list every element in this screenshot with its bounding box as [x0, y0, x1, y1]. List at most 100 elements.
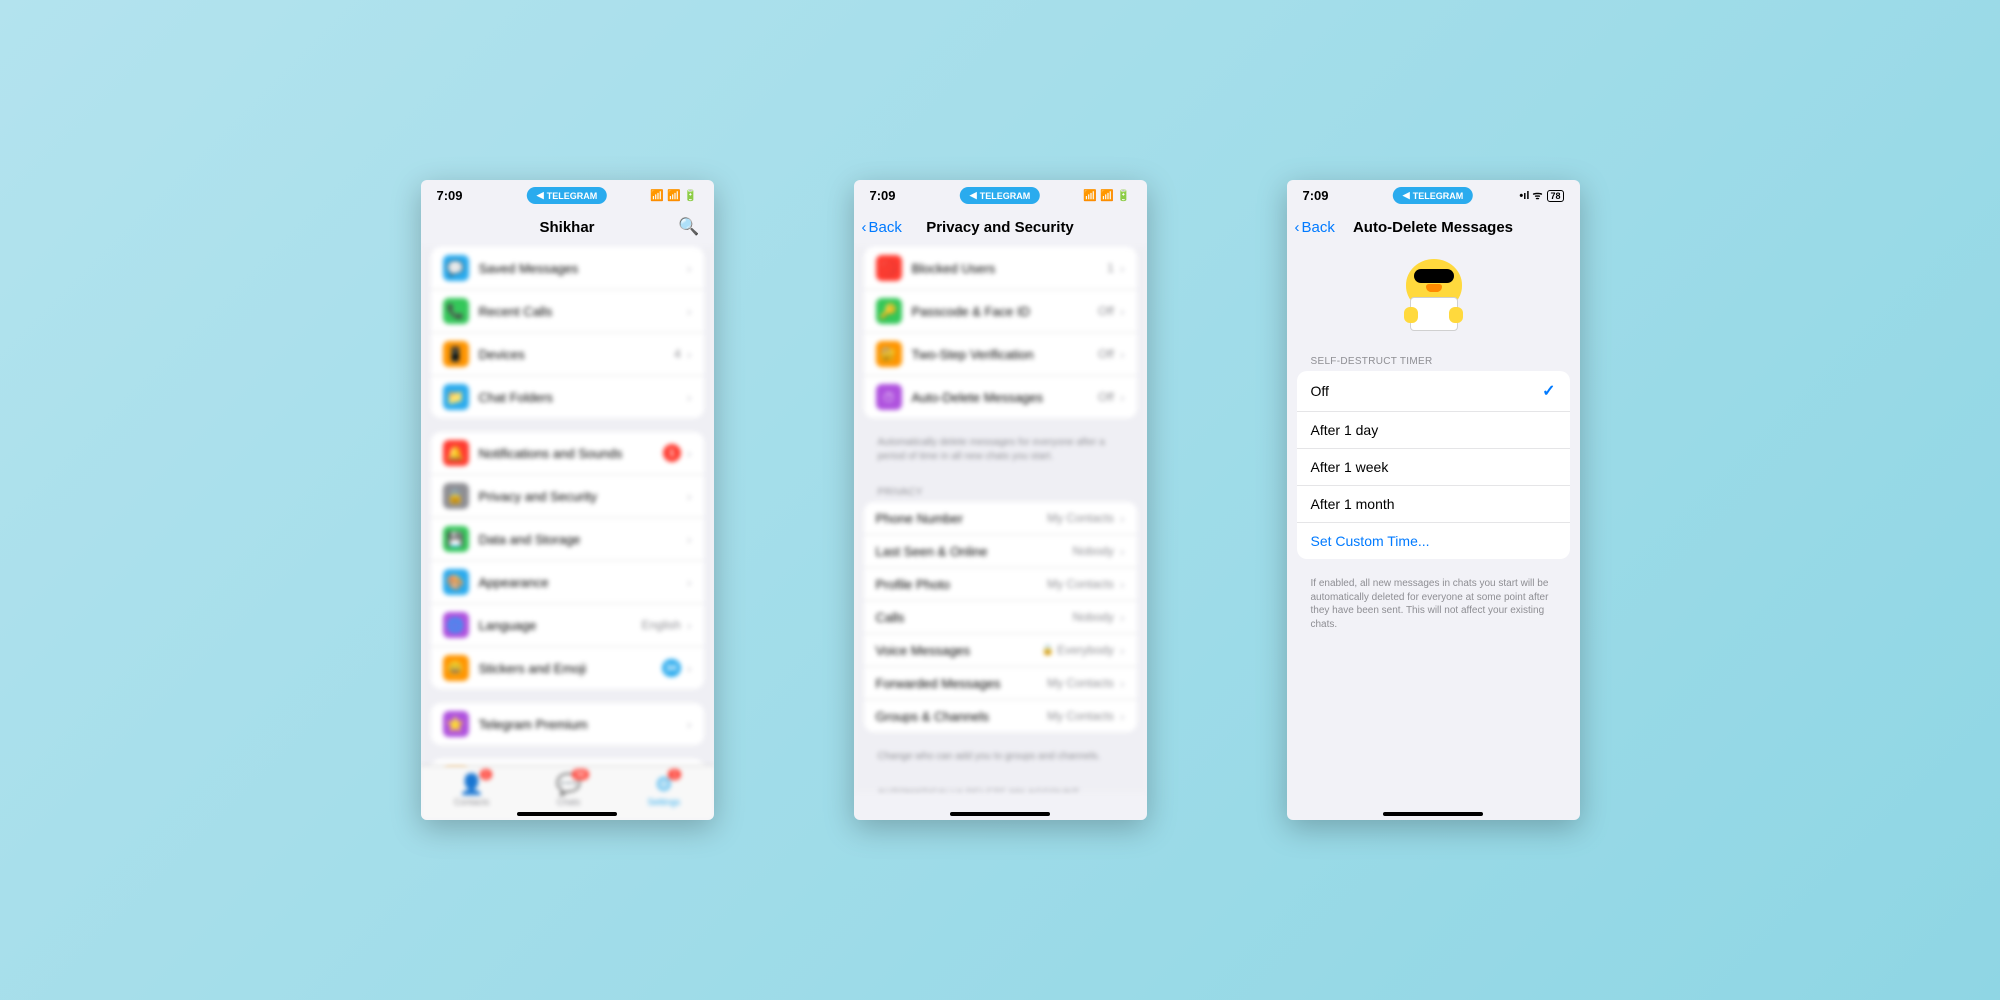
screen-settings: 7:09 ◀ TELEGRAM 📶 📶 🔋 Shikhar 🔍 💬Saved M… — [421, 180, 714, 820]
row-label: Telegram Premium — [479, 717, 687, 732]
row-badge: 34 — [662, 659, 681, 677]
row-label: Blocked Users — [912, 261, 1108, 276]
row-label: Phone Number — [876, 511, 1048, 526]
search-icon[interactable]: 🔍 — [678, 217, 699, 237]
tab-label: Chats — [557, 797, 581, 807]
settings-row[interactable]: 🔒 Privacy and Security› — [431, 475, 704, 518]
tab-icon: 💬54 — [556, 772, 581, 797]
status-icons: 📶 📶 🔋 — [650, 189, 697, 202]
timer-option[interactable]: After 1 day — [1297, 412, 1570, 449]
row-value: Off — [1098, 304, 1114, 318]
settings-row[interactable]: 💾Data and Storage› — [431, 518, 704, 561]
settings-row[interactable]: ⏱Auto-Delete MessagesOff› — [864, 376, 1137, 418]
chevron-right-icon: › — [1120, 576, 1125, 592]
row-value: English — [641, 618, 680, 632]
chevron-right-icon: › — [687, 389, 692, 405]
tab-contacts[interactable]: 👤1Contacts — [454, 772, 490, 807]
timer-option[interactable]: Off✓ — [1297, 371, 1570, 412]
row-label: Saved Messages — [479, 261, 687, 276]
timer-option[interactable]: After 1 month — [1297, 486, 1570, 523]
settings-row[interactable]: Voice Messages🔒Everybody› — [864, 634, 1137, 667]
settings-row[interactable]: Last Seen & OnlineNobody› — [864, 535, 1137, 568]
screen-autodelete: 7:09 ◀ TELEGRAM •ıl ᯤ 78 ‹ Back Auto-Del… — [1287, 180, 1580, 820]
tab-badge: 54 — [572, 769, 589, 780]
timer-option[interactable]: After 1 week — [1297, 449, 1570, 486]
row-label: Notifications and Sounds — [479, 446, 663, 461]
chevron-right-icon: › — [1120, 510, 1125, 526]
chevron-right-icon: › — [1120, 675, 1125, 691]
row-icon: 🔑 — [876, 298, 902, 324]
row-label: Privacy and Security — [479, 489, 687, 504]
settings-row[interactable]: 🌐LanguageEnglish› — [431, 604, 704, 647]
row-label: Profile Photo — [876, 577, 1048, 592]
navbar: Shikhar 🔍 — [421, 207, 714, 247]
settings-row[interactable]: 🔑Passcode & Face IDOff› — [864, 290, 1137, 333]
telegram-pill: ◀ TELEGRAM — [527, 187, 607, 204]
settings-row[interactable]: 🎨Appearance› — [431, 561, 704, 604]
autodelete-content: SELF-DESTRUCT TIMER Off✓After 1 dayAfter… — [1287, 247, 1580, 792]
telegram-pill: ◀ TELEGRAM — [1393, 187, 1473, 204]
screen-privacy: 7:09 ◀ TELEGRAM 📶 📶 🔋 ‹ Back Privacy and… — [854, 180, 1147, 820]
row-value: My Contacts — [1047, 577, 1114, 591]
settings-row[interactable]: 💬 Saved Messages› — [431, 247, 704, 290]
status-icons: 📶 📶 🔋 — [1083, 189, 1130, 202]
chevron-right-icon: › — [687, 260, 692, 276]
navbar: ‹ Back Privacy and Security — [854, 207, 1147, 247]
timer-options: Off✓After 1 day After 1 week After 1 month… — [1297, 371, 1570, 559]
row-label: Devices — [479, 347, 675, 362]
row-value: Off — [1098, 390, 1114, 404]
row-icon: 💬 — [443, 255, 469, 281]
chevron-right-icon: › — [687, 488, 692, 504]
home-indicator — [950, 812, 1050, 816]
settings-row[interactable]: Groups & ChannelsMy Contacts› — [864, 700, 1137, 732]
settings-row[interactable]: ⭐Telegram Premium› — [431, 703, 704, 745]
settings-row[interactable]: 🔐Two-Step VerificationOff› — [864, 333, 1137, 376]
row-label: Last Seen & Online — [876, 544, 1073, 559]
settings-row[interactable]: 😀Stickers and Emoji34› — [431, 647, 704, 689]
settings-row[interactable]: Phone NumberMy Contacts› — [864, 502, 1137, 535]
option-label: After 1 week — [1311, 459, 1556, 475]
row-label: Two-Step Verification — [912, 347, 1099, 362]
row-icon: 🔐 — [876, 341, 902, 367]
tab-settings[interactable]: ⚙1Settings — [648, 772, 681, 807]
settings-row[interactable]: 📞Recent Calls› — [431, 290, 704, 333]
row-value: Everybody — [1057, 643, 1114, 657]
chevron-right-icon: › — [687, 574, 692, 590]
custom-time-button[interactable]: Set Custom Time... — [1297, 523, 1570, 559]
back-button[interactable]: ‹ Back — [862, 219, 902, 236]
settings-row[interactable]: 🚫Blocked Users1› — [864, 247, 1137, 290]
tab-icon: 👤1 — [459, 772, 484, 797]
settings-row[interactable]: 📱 Devices4 › — [431, 333, 704, 376]
row-label: Calls — [876, 610, 1073, 625]
settings-row[interactable]: CallsNobody› — [864, 601, 1137, 634]
row-icon: ⭐ — [443, 711, 469, 737]
settings-row[interactable]: Profile PhotoMy Contacts › — [864, 568, 1137, 601]
row-badge: 1 — [663, 444, 681, 462]
row-label: Data and Storage — [479, 532, 687, 547]
settings-row[interactable]: Forwarded MessagesMy Contacts› — [864, 667, 1137, 700]
row-icon: 🌐 — [443, 612, 469, 638]
row-icon: 📁 — [443, 384, 469, 410]
page-title: Privacy and Security — [926, 219, 1074, 236]
row-label: Voice Messages — [876, 643, 1042, 658]
row-icon: 🔒 — [443, 483, 469, 509]
status-bar: 7:09 ◀ TELEGRAM 📶 📶 🔋 — [854, 180, 1147, 207]
settings-row[interactable]: 📁Chat Folders› — [431, 376, 704, 418]
chevron-right-icon: › — [1120, 346, 1125, 362]
row-value: My Contacts — [1047, 709, 1114, 723]
row-icon: 📱 — [443, 341, 469, 367]
lock-icon: 🔒 — [1042, 645, 1054, 656]
page-title: Shikhar — [539, 219, 594, 236]
row-label: Stickers and Emoji — [479, 661, 662, 676]
home-indicator — [517, 812, 617, 816]
chevron-right-icon: › — [687, 346, 692, 362]
row-icon: 🚫 — [876, 255, 902, 281]
option-label: Off — [1311, 383, 1543, 399]
row-value: 4 — [674, 347, 681, 361]
settings-row[interactable]: 🔔Notifications and Sounds1› — [431, 432, 704, 475]
back-button[interactable]: ‹ Back — [1295, 219, 1335, 236]
status-bar: 7:09 ◀ TELEGRAM •ıl ᯤ 78 — [1287, 180, 1580, 207]
row-icon: 🔔 — [443, 440, 469, 466]
tab-chats[interactable]: 💬54Chats — [556, 772, 581, 807]
chevron-right-icon: › — [687, 660, 692, 676]
